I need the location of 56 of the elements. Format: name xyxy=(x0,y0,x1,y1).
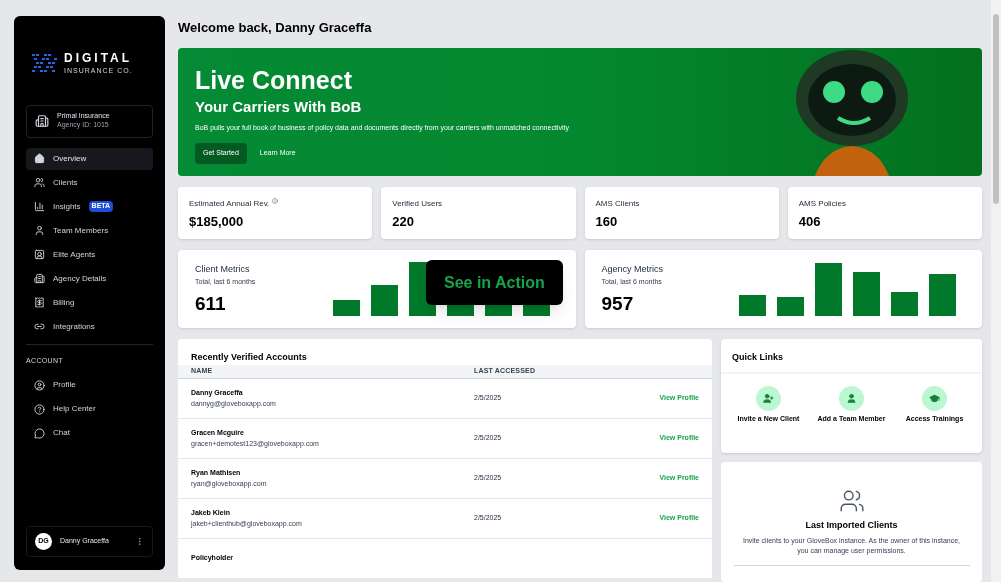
chart-bar xyxy=(891,292,918,316)
nav-item[interactable]: Agency Details xyxy=(26,267,153,290)
chart-bar xyxy=(929,274,956,316)
nav-item[interactable]: Billing xyxy=(26,291,153,314)
nav-item[interactable]: Integrations xyxy=(26,315,153,338)
users-icon xyxy=(34,177,45,188)
scrollbar[interactable] xyxy=(991,0,1001,582)
chart-bar xyxy=(332,300,360,316)
stat-value: $185,000 xyxy=(189,213,245,231)
chart-bar xyxy=(815,263,842,316)
card-title: Last Imported Clients xyxy=(805,519,898,532)
nav-item[interactable]: Elite Agents xyxy=(26,243,153,266)
help-icon xyxy=(34,403,45,415)
more-icon[interactable] xyxy=(135,537,144,546)
see-in-action-button[interactable]: See in Action xyxy=(426,260,563,305)
nav-item[interactable]: Chat xyxy=(26,422,153,444)
chat-bubble-icon xyxy=(34,427,45,439)
chart-bar xyxy=(739,295,766,316)
person-badge-icon xyxy=(34,249,45,260)
chart-bar xyxy=(777,297,804,316)
card-title: Recently Verified Accounts xyxy=(190,351,308,364)
nav-item[interactable]: Overview xyxy=(26,147,153,170)
person-plus-icon xyxy=(756,386,781,411)
nav-item[interactable]: Help Center xyxy=(26,398,153,420)
stat-value: 220 xyxy=(392,213,415,231)
home-icon xyxy=(34,153,45,164)
receipt-icon xyxy=(34,297,45,308)
nav-item[interactable]: Team Members xyxy=(26,219,153,242)
stat-label: Verified Users xyxy=(392,198,443,210)
graduation-cap-icon xyxy=(922,386,947,411)
metrics-title: Agency Metrics xyxy=(601,263,664,276)
stat-label: AMS Clients xyxy=(595,198,640,210)
metrics-value: 957 xyxy=(601,292,635,316)
link-icon xyxy=(34,321,45,332)
bar-chart-icon xyxy=(34,201,45,212)
stat-value: 406 xyxy=(798,213,822,231)
person-circle-icon xyxy=(34,379,45,391)
page-title: Welcome back, Danny Graceffa xyxy=(178,21,373,36)
building-icon xyxy=(34,273,45,284)
users-icon xyxy=(838,488,865,514)
stat-label: AMS Policies xyxy=(798,198,846,210)
nav-item[interactable]: Profile xyxy=(26,374,153,396)
chart-bar xyxy=(853,272,880,316)
card-title: Quick Links xyxy=(721,339,982,374)
nav-item[interactable]: Clients xyxy=(26,171,153,194)
chart-bar xyxy=(370,285,398,316)
stat-label: Estimated Annual Rev. xyxy=(189,198,270,210)
person-icon xyxy=(34,225,45,236)
metrics-title: Client Metrics xyxy=(195,263,251,276)
person-icon xyxy=(839,386,864,411)
stat-value: 160 xyxy=(595,213,619,231)
banner-subtitle: Your Carriers With BoB xyxy=(195,96,363,117)
banner-title: Live Connect xyxy=(195,67,353,93)
logo-title: DIGITAL xyxy=(64,52,133,64)
info-icon[interactable] xyxy=(272,198,279,204)
metrics-value: 611 xyxy=(195,292,227,316)
